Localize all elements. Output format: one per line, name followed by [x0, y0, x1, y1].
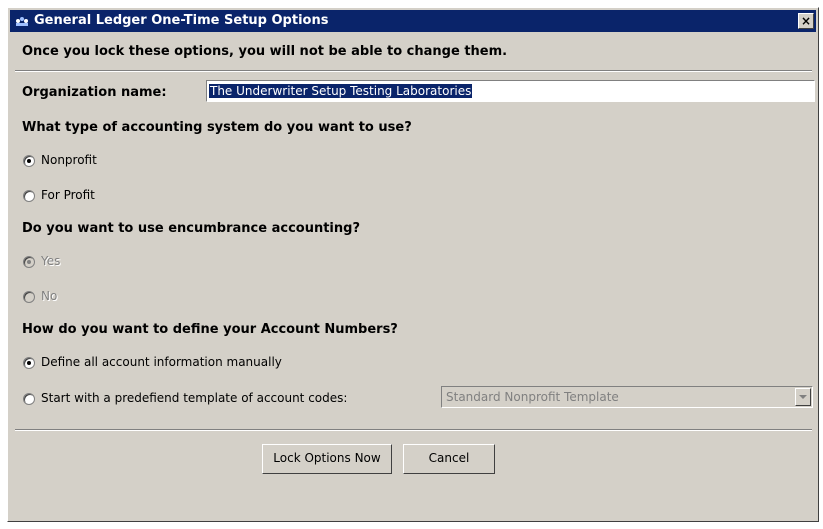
- accounting-system-question: What type of accounting system do you wa…: [22, 120, 412, 135]
- radio-predefined-template[interactable]: [23, 393, 35, 405]
- dropdown-button: [795, 388, 811, 406]
- cancel-button[interactable]: Cancel: [403, 444, 495, 474]
- app-icon: [16, 17, 28, 26]
- separator: [15, 70, 812, 72]
- organization-name-value: The Underwriter Setup Testing Laboratori…: [209, 84, 473, 98]
- radio-nonprofit[interactable]: [23, 155, 35, 167]
- chevron-down-icon: [799, 395, 807, 399]
- template-select: Standard Nonprofit Template: [441, 386, 813, 408]
- radio-predefined-template-label[interactable]: Start with a predefiend template of acco…: [41, 391, 347, 405]
- radio-encumbrance-no-label: No: [41, 289, 58, 303]
- setup-options-dialog: General Ledger One-Time Setup Options × …: [7, 7, 819, 522]
- lock-warning-text: Once you lock these options, you will no…: [22, 44, 508, 59]
- account-numbers-question: How do you want to define your Account N…: [22, 322, 398, 337]
- radio-define-manually[interactable]: [23, 357, 35, 369]
- encumbrance-question: Do you want to use encumbrance accountin…: [22, 221, 360, 236]
- template-select-value: Standard Nonprofit Template: [446, 390, 619, 404]
- organization-name-label: Organization name:: [22, 85, 167, 100]
- close-button[interactable]: ×: [798, 13, 814, 29]
- radio-encumbrance-no: [23, 291, 35, 303]
- radio-for-profit-label[interactable]: For Profit: [41, 188, 95, 202]
- radio-nonprofit-label[interactable]: Nonprofit: [41, 153, 97, 167]
- window-title: General Ledger One-Time Setup Options: [34, 13, 329, 28]
- radio-encumbrance-yes-label: Yes: [41, 254, 61, 268]
- title-bar[interactable]: General Ledger One-Time Setup Options ×: [10, 10, 816, 32]
- radio-for-profit[interactable]: [23, 190, 35, 202]
- radio-encumbrance-yes: [23, 256, 35, 268]
- radio-define-manually-label[interactable]: Define all account information manually: [41, 355, 282, 369]
- organization-name-input[interactable]: The Underwriter Setup Testing Laboratori…: [206, 80, 815, 102]
- close-icon: ×: [800, 14, 812, 28]
- lock-options-button[interactable]: Lock Options Now: [262, 444, 392, 474]
- separator: [15, 429, 812, 431]
